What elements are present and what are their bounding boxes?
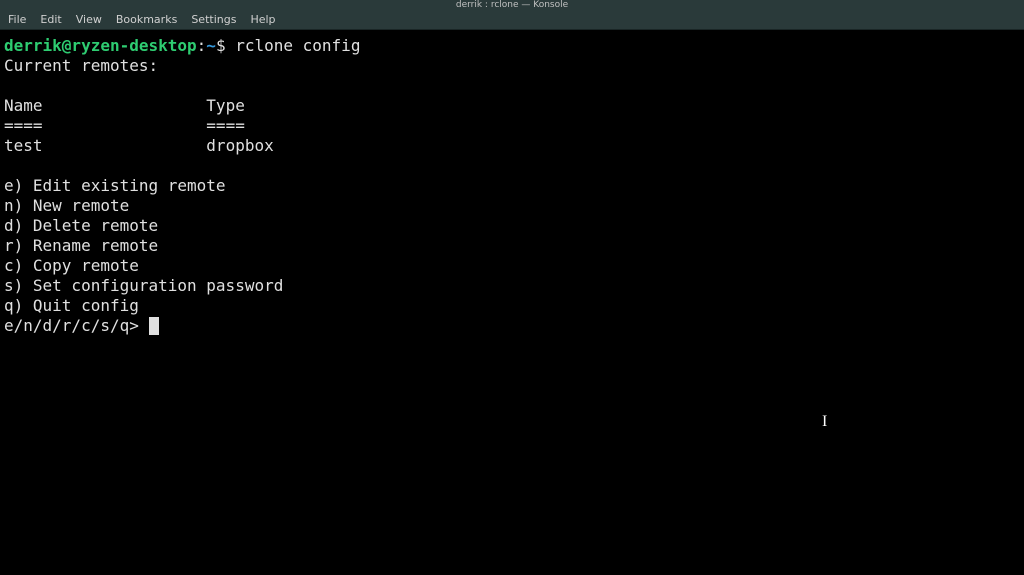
option-rename: r) Rename remote — [4, 236, 158, 255]
prompt-symbol: $ — [216, 36, 226, 55]
menu-bookmarks[interactable]: Bookmarks — [116, 13, 177, 26]
window-titlebar: derrik : rclone — Konsole — [0, 0, 1024, 10]
terminal-area[interactable]: derrik@ryzen-desktop:~$ rclone config Cu… — [0, 30, 1024, 342]
option-edit: e) Edit existing remote — [4, 176, 226, 195]
remote-type: dropbox — [206, 136, 273, 155]
menu-view[interactable]: View — [76, 13, 102, 26]
menubar: File Edit View Bookmarks Settings Help — [0, 10, 1024, 30]
remote-name: test — [4, 136, 43, 155]
column-header-name: Name — [4, 96, 43, 115]
input-prompt: e/n/d/r/c/s/q> — [4, 316, 149, 335]
menu-settings[interactable]: Settings — [191, 13, 236, 26]
option-new: n) New remote — [4, 196, 129, 215]
menu-edit[interactable]: Edit — [40, 13, 61, 26]
prompt-path: ~ — [206, 36, 216, 55]
column-header-type: Type — [206, 96, 245, 115]
menu-help[interactable]: Help — [250, 13, 275, 26]
column-rule-name: ==== — [4, 116, 43, 135]
window-title: derrik : rclone — Konsole — [456, 0, 568, 10]
option-set-password: s) Set configuration password — [4, 276, 283, 295]
option-copy: c) Copy remote — [4, 256, 139, 275]
output-current-remotes: Current remotes: — [4, 56, 158, 75]
mouse-ibeam-cursor: I — [822, 413, 827, 431]
command-text: rclone config — [235, 36, 360, 55]
text-cursor — [149, 317, 159, 335]
prompt-separator: : — [197, 36, 207, 55]
prompt-user-host: derrik@ryzen-desktop — [4, 36, 197, 55]
option-quit: q) Quit config — [4, 296, 139, 315]
menu-file[interactable]: File — [8, 13, 26, 26]
option-delete: d) Delete remote — [4, 216, 158, 235]
column-rule-type: ==== — [206, 116, 245, 135]
